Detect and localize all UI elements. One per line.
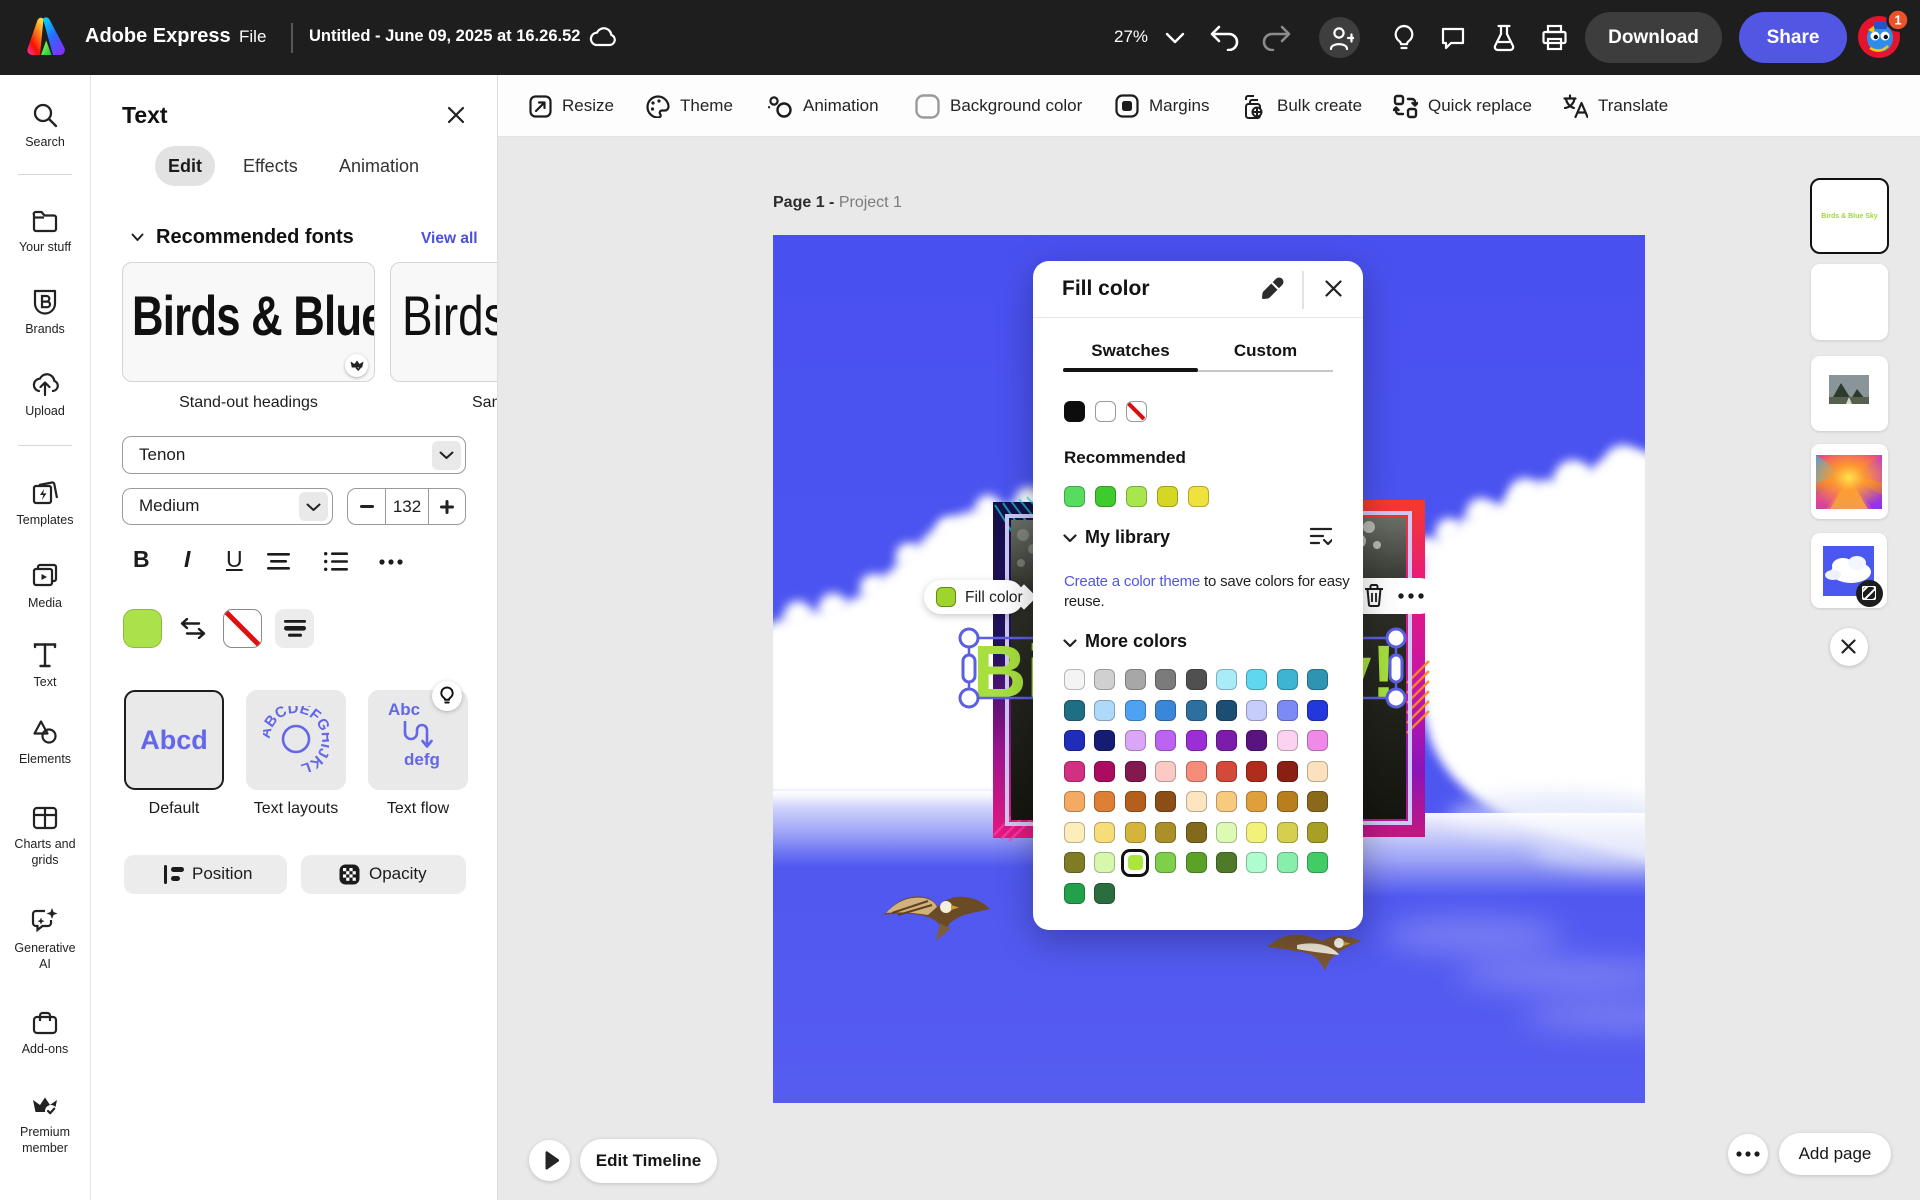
svg-text:ABCDEFGHIJKL: ABCDEFGHIJKL bbox=[263, 706, 329, 772]
svg-text:1: 1 bbox=[1894, 13, 1901, 28]
